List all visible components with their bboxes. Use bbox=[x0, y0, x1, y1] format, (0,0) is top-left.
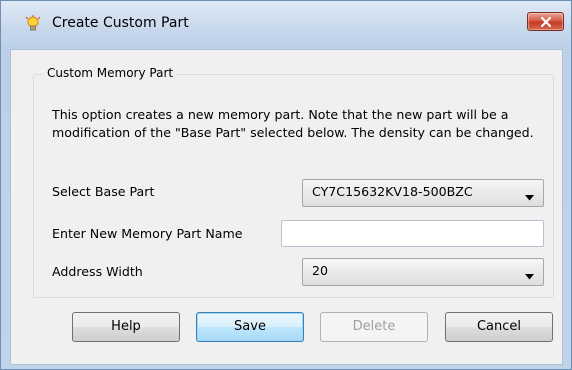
delete-button[interactable]: Delete bbox=[320, 312, 428, 342]
save-button[interactable]: Save bbox=[196, 312, 304, 342]
group-legend: Custom Memory Part bbox=[44, 66, 177, 80]
cancel-button[interactable]: Cancel bbox=[445, 312, 553, 342]
base-part-select[interactable]: CY7C15632KV18-500BZC bbox=[302, 179, 544, 207]
description-text: This option creates a new memory part. N… bbox=[52, 107, 534, 140]
new-part-name-input[interactable] bbox=[281, 220, 544, 247]
chevron-down-icon bbox=[525, 269, 534, 284]
address-width-select[interactable]: 20 bbox=[302, 258, 544, 286]
select-base-part-label: Select Base Part bbox=[52, 184, 155, 199]
address-width-label: Address Width bbox=[52, 264, 143, 279]
window-title: Create Custom Part bbox=[52, 15, 189, 31]
lightbulb-icon bbox=[25, 15, 41, 33]
new-part-name-label: Enter New Memory Part Name bbox=[52, 226, 243, 241]
chevron-down-icon bbox=[525, 190, 534, 205]
address-width-value: 20 bbox=[312, 263, 329, 278]
base-part-value: CY7C15632KV18-500BZC bbox=[312, 184, 473, 199]
title-bar[interactable]: Create Custom Part bbox=[1, 1, 571, 49]
help-button[interactable]: Help bbox=[72, 312, 180, 342]
close-button[interactable] bbox=[527, 12, 564, 31]
